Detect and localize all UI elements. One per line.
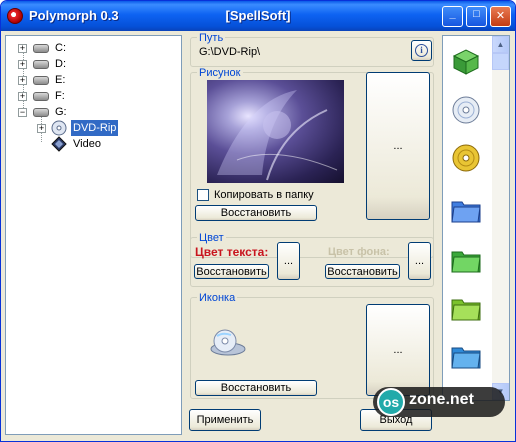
watermark-logo: os: [377, 388, 405, 416]
expand-icon[interactable]: +: [18, 76, 27, 85]
tree-item-label: F:: [55, 90, 65, 102]
settings-panel: Путь G:\DVD-Rip\ i Рисунок ... Копироват…: [187, 32, 437, 435]
text-color-label: Цвет текста:: [195, 245, 269, 259]
text-color-restore-button[interactable]: Восстановить: [194, 264, 269, 279]
picture-browse-button[interactable]: ...: [366, 72, 430, 220]
icon-restore-button[interactable]: Восстановить: [195, 380, 317, 396]
app-window: Polymorph 0.3 [SpellSoft] _ □ ✕ + C: + D…: [0, 0, 516, 442]
cd-drive-icon: [51, 120, 67, 136]
minimize-icon: _: [449, 8, 456, 20]
lime-folder-icon[interactable]: [450, 292, 482, 324]
gold-cd-icon[interactable]: [450, 142, 482, 174]
scroll-up-icon[interactable]: ▲: [492, 36, 509, 53]
tree-item-video[interactable]: Video: [37, 136, 177, 152]
tree-item-label: E:: [55, 74, 66, 86]
tree-item-label: G:: [55, 106, 67, 118]
minimize-button[interactable]: _: [442, 6, 463, 27]
maximize-icon: □: [473, 8, 480, 20]
icon-list-scrollbar[interactable]: ▲ ▼: [492, 36, 509, 400]
app-icon[interactable]: [7, 8, 23, 24]
tree-item-drive-e[interactable]: + E:: [18, 72, 178, 88]
icon-legend: Иконка: [197, 292, 238, 304]
scroll-thumb[interactable]: [492, 53, 509, 70]
copy-to-folder-checkbox[interactable]: [197, 189, 209, 201]
tree-item-label: D:: [55, 58, 66, 70]
green-folder-icon[interactable]: [450, 244, 482, 276]
title-bar[interactable]: Polymorph 0.3 [SpellSoft] _ □ ✕: [1, 1, 515, 31]
icon-browse-button[interactable]: ...: [366, 304, 430, 396]
expand-icon[interactable]: +: [18, 60, 27, 69]
app-title: Polymorph 0.3: [29, 8, 119, 23]
path-legend: Путь: [197, 32, 226, 44]
color-legend: Цвет: [197, 232, 226, 244]
tree-item-label: Video: [73, 138, 101, 150]
path-group: Путь G:\DVD-Rip\ i: [190, 32, 434, 67]
picture-legend: Рисунок: [197, 67, 243, 79]
copy-to-folder-label: Копировать в папку: [214, 189, 314, 201]
tree-item-label: C:: [55, 42, 66, 54]
wallpaper-preview: [207, 80, 344, 183]
blue-folder-icon[interactable]: [450, 340, 482, 372]
text-color-browse-button[interactable]: ...: [277, 242, 300, 280]
apply-button[interactable]: Применить: [189, 409, 261, 431]
path-value: G:\DVD-Rip\: [199, 46, 261, 58]
picture-restore-button[interactable]: Восстановить: [195, 205, 317, 221]
drive-icon: [33, 108, 49, 117]
tree-item-drive-d[interactable]: + D:: [18, 56, 178, 72]
tree-item-drive-f[interactable]: + F:: [18, 88, 178, 104]
close-button[interactable]: ✕: [490, 6, 511, 27]
folder-tree[interactable]: + C: + D: + E: + F: − G: + DVD-Rip Video: [5, 35, 182, 435]
tree-item-drive-g[interactable]: − G:: [18, 104, 178, 120]
cd-icon-preview: [210, 329, 246, 356]
bg-color-label: Цвет фона:: [328, 246, 390, 258]
bg-color-restore-button[interactable]: Восстановить: [325, 264, 400, 279]
expand-icon[interactable]: +: [18, 92, 27, 101]
tree-item-drive-c[interactable]: + C:: [18, 40, 178, 56]
info-icon: i: [415, 44, 428, 57]
drive-icon: [33, 60, 49, 69]
icon-list[interactable]: ▲ ▼: [442, 35, 510, 401]
collapse-icon[interactable]: −: [18, 108, 27, 117]
maximize-button[interactable]: □: [466, 6, 487, 27]
drive-icon: [33, 92, 49, 101]
bg-color-browse-button[interactable]: ...: [408, 242, 431, 280]
video-folder-icon: [51, 136, 67, 152]
green-book-icon[interactable]: [450, 46, 482, 78]
expand-icon[interactable]: +: [18, 44, 27, 53]
watermark-text: zone.net: [409, 391, 474, 408]
expand-icon[interactable]: +: [37, 124, 46, 133]
info-button[interactable]: i: [411, 40, 432, 61]
tree-item-dvd-rip[interactable]: + DVD-Rip: [37, 120, 177, 136]
drive-icon: [33, 76, 49, 85]
cd-disc-icon[interactable]: [450, 94, 482, 126]
close-icon: ✕: [495, 10, 506, 22]
drive-icon: [33, 44, 49, 53]
tree-item-label: DVD-Rip: [71, 120, 119, 136]
wallpaper-art: [217, 90, 338, 181]
blue-folder-icon[interactable]: [450, 194, 482, 226]
